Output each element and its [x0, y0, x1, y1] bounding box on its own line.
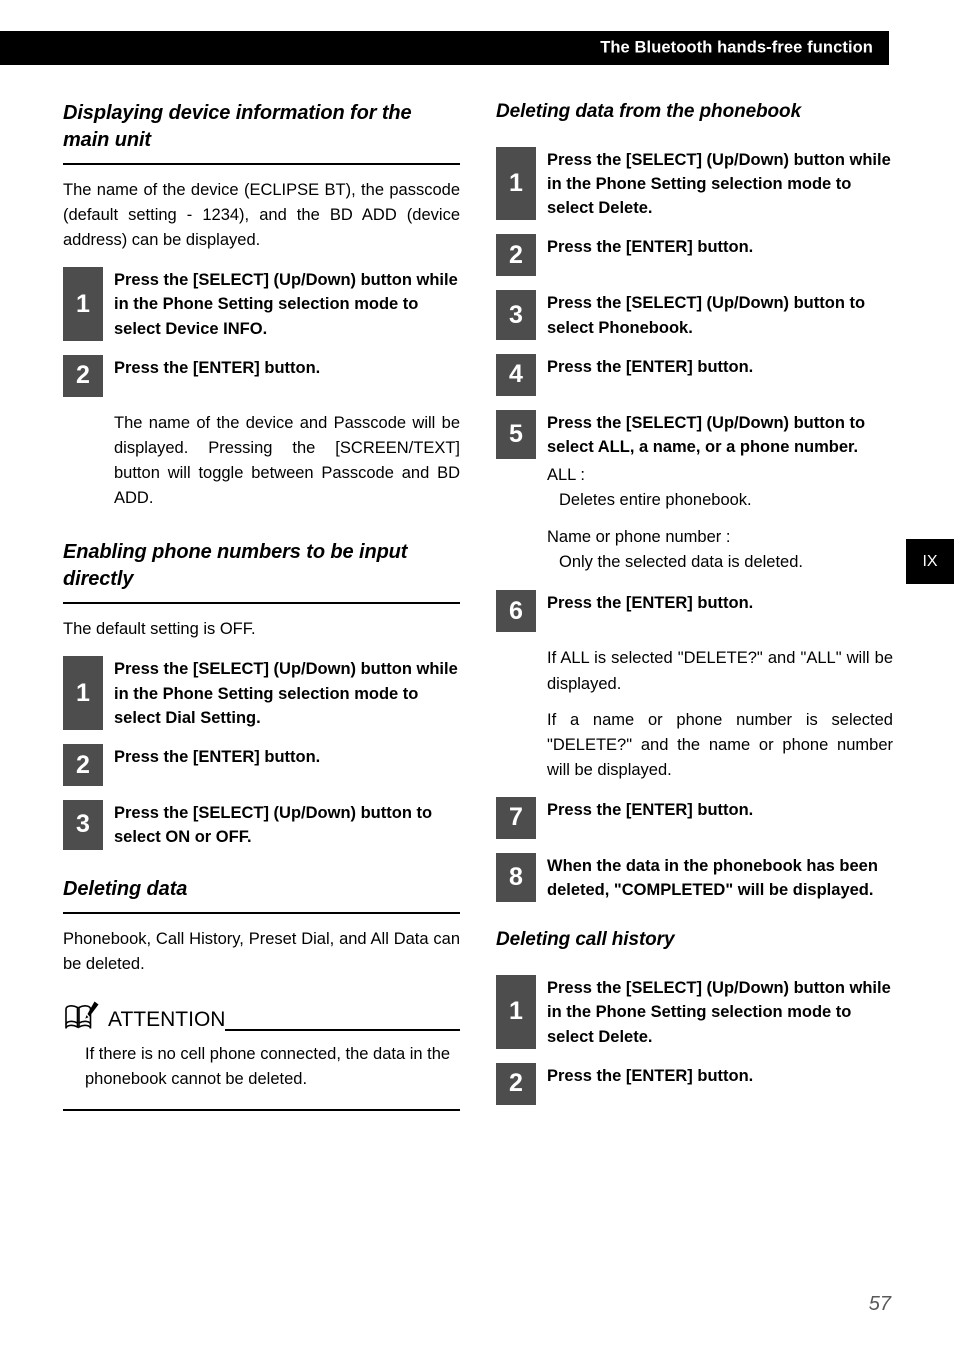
step-item: 2 Press the [ENTER] button. — [496, 234, 893, 277]
step-instruction: Press the [SELECT] (Up/Down) button to s… — [547, 413, 866, 457]
step-instruction: Press the [SELECT] (Up/Down) button whil… — [114, 660, 458, 727]
step-number-badge: 4 — [496, 353, 536, 396]
step-item: 3 Press the [SELECT] (Up/Down) button to… — [63, 800, 460, 850]
step-instruction: Press the [ENTER] button. — [114, 748, 321, 767]
subsection-heading-delete-phonebook: Deleting data from the phonebook — [496, 101, 802, 122]
step-instruction: Press the [ENTER] button. — [114, 358, 321, 377]
step-item: 2 Press the [ENTER] button. — [496, 1062, 893, 1105]
section-intro-dial-setting: The default setting is OFF. — [63, 620, 256, 639]
attention-rule — [225, 1028, 460, 1031]
step-instruction: Press the [SELECT] (Up/Down) button to s… — [547, 294, 866, 337]
step-number-badge: 2 — [63, 354, 103, 397]
running-header-bar: The Bluetooth hands-free function — [0, 31, 889, 65]
step-number-badge: 2 — [63, 744, 103, 787]
section-rule — [63, 602, 460, 605]
step-item: 4 Press the [ENTER] button. — [496, 353, 893, 396]
step-item: 3 Press the [SELECT] (Up/Down) button to… — [496, 290, 893, 340]
step-instruction: Press the [SELECT] (Up/Down) button to s… — [114, 804, 433, 847]
step-item: 8 When the data in the phonebook has bee… — [496, 852, 893, 903]
step-number-badge: 6 — [496, 590, 536, 633]
note-step6-name: If a name or phone number is selected "D… — [547, 710, 893, 779]
section-note-device-info: The name of the device and Passcode will… — [114, 413, 460, 508]
step-instruction: Press the [SELECT] (Up/Down) button whil… — [547, 150, 891, 218]
step-item: 1 Press the [SELECT] (Up/Down) button wh… — [63, 656, 460, 731]
note-all-text: Deletes entire phonebook. — [559, 491, 752, 510]
step-number-badge: 1 — [496, 146, 536, 221]
section-heading-dial-setting: Enabling phone numbers to be input direc… — [63, 541, 408, 591]
right-column: Deleting data from the phonebook 1 Press… — [496, 100, 893, 1105]
step-instruction: Press the [ENTER] button. — [547, 594, 754, 613]
attention-rule-wrap — [225, 1028, 460, 1033]
note-all-label: ALL : — [547, 466, 585, 485]
step-number-badge: 3 — [63, 800, 103, 850]
page-number: 57 — [868, 1293, 891, 1315]
step-number-badge: 2 — [496, 1062, 536, 1105]
left-column: Displaying device information for the ma… — [63, 100, 460, 1112]
step-instruction: Press the [ENTER] button. — [547, 800, 754, 819]
section-heading-deleting-data: Deleting data — [63, 877, 188, 900]
note-step6-all: If ALL is selected "DELETE?" and "ALL" w… — [547, 649, 893, 693]
step-instruction: Press the [SELECT] (Up/Down) button whil… — [547, 979, 891, 1046]
attention-block: ATTENTION If there is no cell phone conn… — [63, 999, 460, 1112]
step-number-badge: 3 — [496, 290, 536, 340]
attention-close-rule — [63, 1109, 460, 1112]
attention-header: ATTENTION — [63, 999, 460, 1033]
step-number-badge: 2 — [496, 234, 536, 277]
step-number-badge: 8 — [496, 852, 536, 903]
step-instruction: When the data in the phonebook has been … — [547, 856, 878, 900]
step-number-badge: 1 — [496, 975, 536, 1049]
section-intro-device-info: The name of the device (ECLIPSE BT), the… — [63, 181, 460, 250]
note-name-option: Name or phone number : Only the selected… — [547, 525, 893, 575]
step-item: 1 Press the [SELECT] (Up/Down) button wh… — [496, 975, 893, 1049]
note-all-option: ALL : Deletes entire phonebook. — [547, 463, 893, 513]
step-item: 2 Press the [ENTER] button. — [63, 744, 460, 787]
subsection-heading-delete-call-history: Deleting call history — [496, 929, 675, 951]
section-rule — [63, 911, 460, 914]
step-instruction: Press the [ENTER] button. — [547, 238, 754, 257]
step-instruction: Press the [SELECT] (Up/Down) button whil… — [114, 271, 458, 338]
step-number-badge: 1 — [63, 656, 103, 731]
manual-page: The Bluetooth hands-free function Displa… — [0, 0, 954, 1352]
attention-label: ATTENTION — [108, 1007, 226, 1031]
section-rule — [63, 163, 460, 165]
running-header-title: The Bluetooth hands-free function — [600, 38, 873, 57]
section-intro-deleting-data: Phonebook, Call History, Preset Dial, an… — [63, 929, 460, 973]
step-item: 6 Press the [ENTER] button. — [496, 590, 893, 633]
step-item: 5 Press the [SELECT] (Up/Down) button to… — [496, 409, 893, 460]
step-item: 2 Press the [ENTER] button. — [63, 354, 460, 397]
step-number-badge: 5 — [496, 409, 536, 460]
note-name-label: Name or phone number : — [547, 527, 731, 546]
step-item: 7 Press the [ENTER] button. — [496, 796, 893, 839]
step-item: 1 Press the [SELECT] (Up/Down) button wh… — [63, 267, 460, 341]
section-heading-device-info: Displaying device information for the ma… — [63, 102, 412, 151]
step-instruction: Press the [ENTER] button. — [547, 357, 754, 376]
attention-text: If there is no cell phone connected, the… — [85, 1044, 451, 1088]
chapter-side-tab: IX — [906, 539, 954, 584]
step-item: 1 Press the [SELECT] (Up/Down) button wh… — [496, 146, 893, 221]
note-name-text: Only the selected data is deleted. — [559, 552, 803, 571]
step-instruction: Press the [ENTER] button. — [547, 1066, 754, 1085]
book-attention-icon — [63, 999, 107, 1033]
step-number-badge: 1 — [63, 267, 103, 341]
step-number-badge: 7 — [496, 796, 536, 839]
